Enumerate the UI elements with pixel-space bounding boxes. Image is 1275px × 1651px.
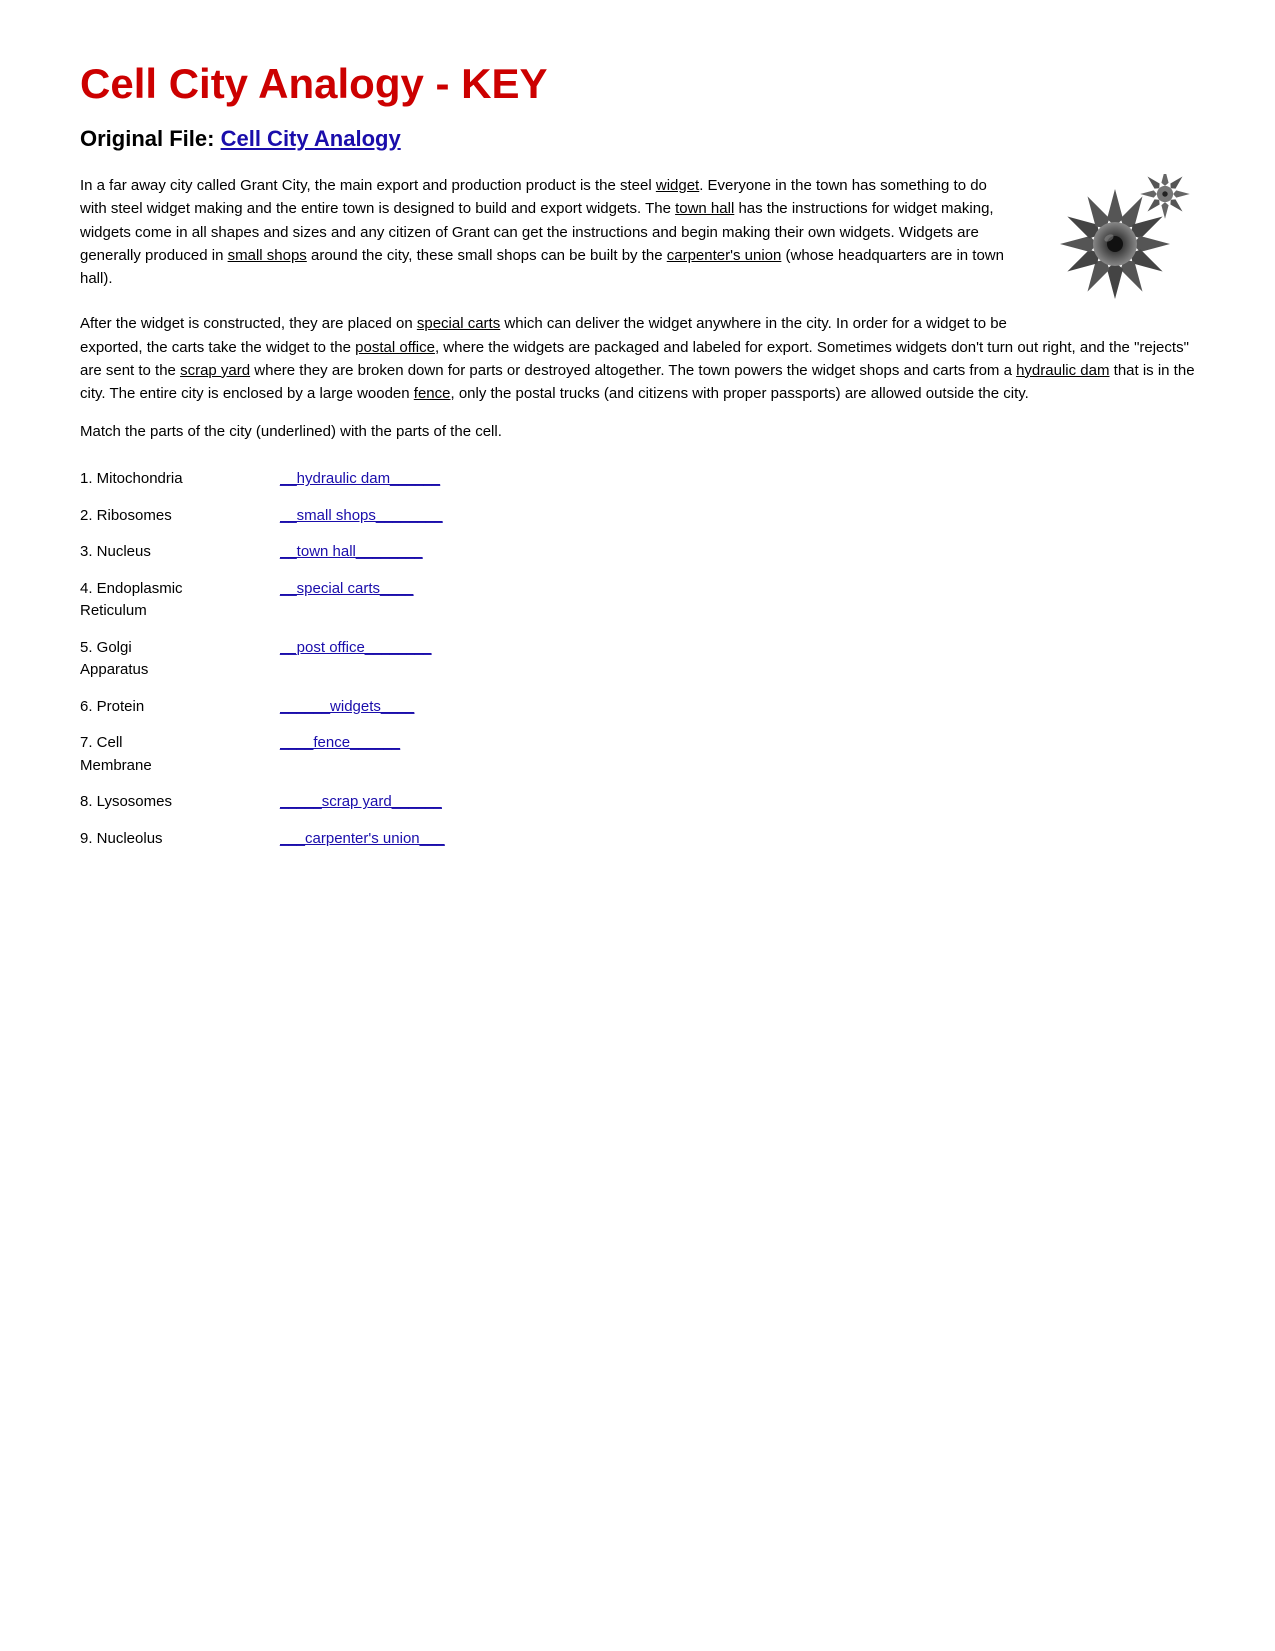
match-answer-6: ______widgets____ <box>280 696 480 719</box>
match-answer-3: __town hall________ <box>280 541 480 564</box>
intro-paragraph-1: In a far away city called Grant City, th… <box>80 174 1195 290</box>
match-number-9: 9. Nucleolus <box>80 828 280 851</box>
match-number-5: 5. Golgi Apparatus <box>80 637 280 682</box>
original-file-line: Original File: Cell City Analogy <box>80 126 1195 152</box>
match-number-1: 1. Mitochondria <box>80 468 280 491</box>
match-answer-9: ___carpenter's union___ <box>280 828 480 851</box>
list-item: 9. Nucleolus ___carpenter's union___ <box>80 828 1195 851</box>
original-file-label: Original File: <box>80 126 214 151</box>
match-answer-8: _____scrap yard______ <box>280 791 480 814</box>
page-title: Cell City Analogy - KEY <box>80 60 1195 108</box>
match-answer-4: __special carts____ <box>280 578 480 601</box>
list-item: 7. Cell Membrane ____fence______ <box>80 732 1195 777</box>
list-item: 3. Nucleus __town hall________ <box>80 541 1195 564</box>
match-answer-2: __small shops________ <box>280 505 480 528</box>
match-number-7: 7. Cell Membrane <box>80 732 280 777</box>
match-number-4: 4. Endoplasmic Reticulum <box>80 578 280 623</box>
match-number-2: 2. Ribosomes <box>80 505 280 528</box>
intro-paragraph-2: After the widget is constructed, they ar… <box>80 312 1195 405</box>
match-answer-1: __hydraulic dam______ <box>280 468 480 491</box>
original-file-link[interactable]: Cell City Analogy <box>221 126 401 151</box>
match-number-3: 3. Nucleus <box>80 541 280 564</box>
match-answer-7: ____fence______ <box>280 732 480 755</box>
intro-section: In a far away city called Grant City, th… <box>80 174 1195 290</box>
list-item: 8. Lysosomes _____scrap yard______ <box>80 791 1195 814</box>
match-list: 1. Mitochondria __hydraulic dam______ 2.… <box>80 468 1195 850</box>
list-item: 1. Mitochondria __hydraulic dam______ <box>80 468 1195 491</box>
list-item: 2. Ribosomes __small shops________ <box>80 505 1195 528</box>
match-instruction: Match the parts of the city (underlined)… <box>80 423 1195 440</box>
gear-image <box>1035 174 1195 314</box>
match-number-6: 6. Protein <box>80 696 280 719</box>
list-item: 4. Endoplasmic Reticulum __special carts… <box>80 578 1195 623</box>
list-item: 6. Protein ______widgets____ <box>80 696 1195 719</box>
match-number-8: 8. Lysosomes <box>80 791 280 814</box>
match-answer-5: __post office________ <box>280 637 480 660</box>
list-item: 5. Golgi Apparatus __post office________ <box>80 637 1195 682</box>
